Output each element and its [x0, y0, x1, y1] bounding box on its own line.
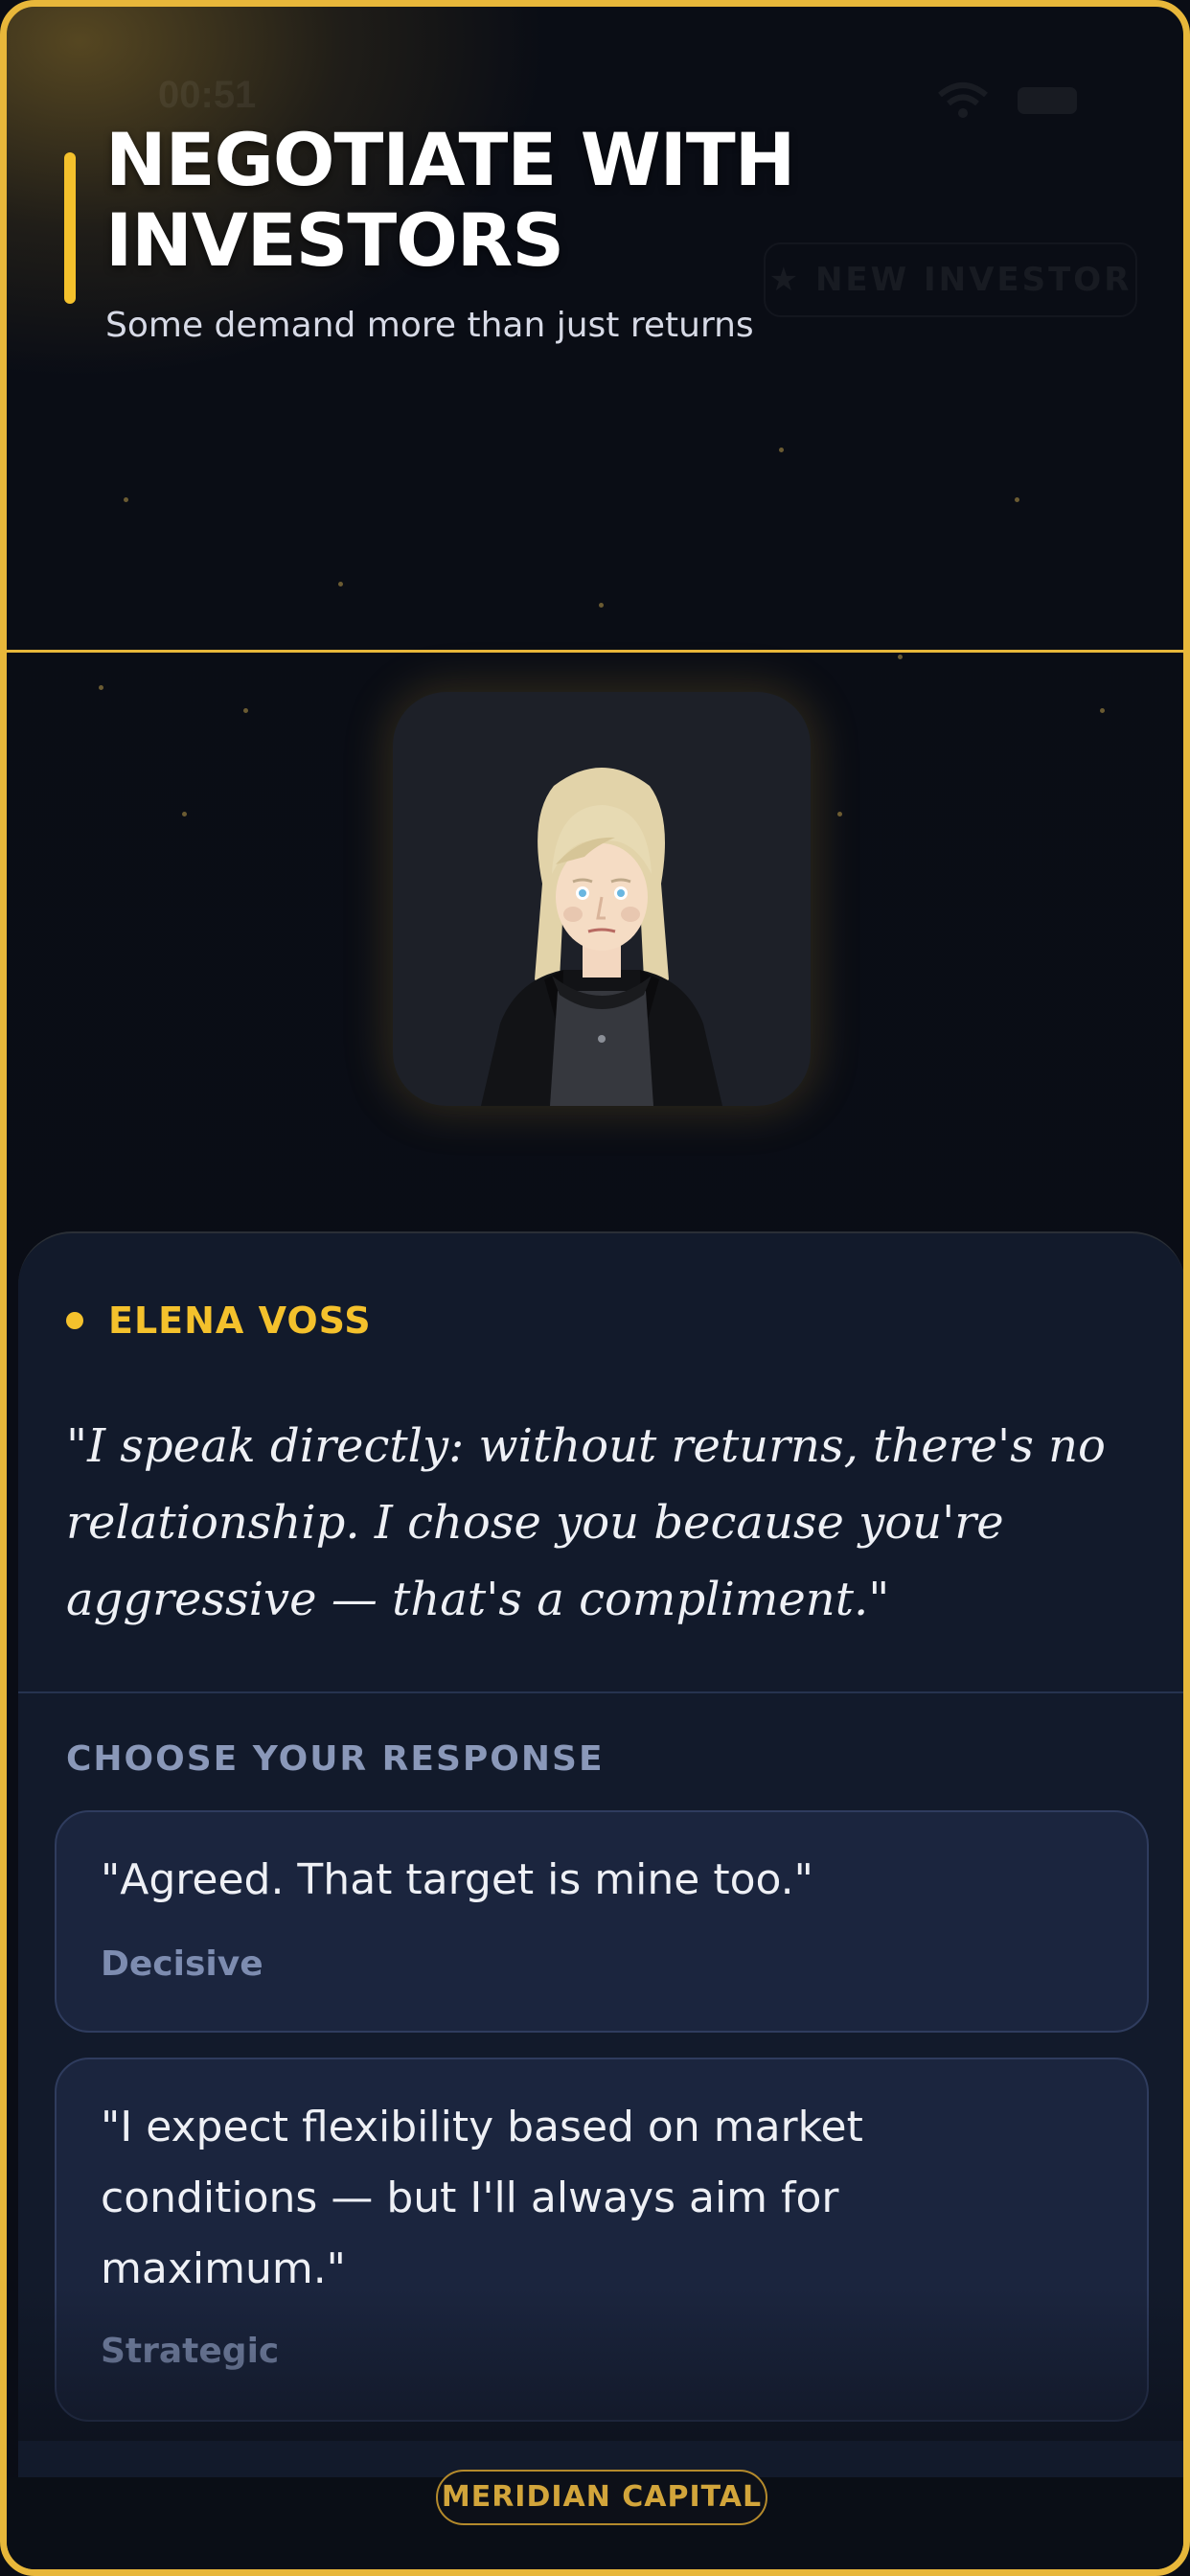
- brand-badge: MERIDIAN CAPITAL: [436, 2470, 767, 2525]
- response-option-text: "Agreed. That target is mine too.": [101, 1855, 813, 1904]
- star-dot: [1100, 708, 1105, 713]
- star-dot: [599, 603, 604, 608]
- speaker-name: ELENA VOSS: [108, 1300, 372, 1342]
- investor-avatar-icon: [481, 768, 722, 1106]
- response-option-tag: Strategic: [101, 2332, 280, 2371]
- wifi-icon: [938, 82, 988, 118]
- dialogue-quote: "I speak directly: without returns, ther…: [66, 1419, 1106, 1626]
- header-divider: [7, 650, 1183, 653]
- speaker-indicator-dot: [66, 1312, 83, 1329]
- star-dot: [124, 497, 128, 502]
- panel-divider: [18, 1691, 1183, 1693]
- star-dot: [338, 582, 343, 586]
- status-time: 00:51: [158, 74, 257, 116]
- star-dot: [898, 655, 903, 659]
- choose-response-label: CHOOSE YOUR RESPONSE: [66, 1739, 605, 1779]
- response-option-strategic[interactable]: "I expect flexibility based on market co…: [55, 2058, 1149, 2422]
- battery-icon: [1018, 87, 1077, 114]
- star-dot: [243, 708, 248, 713]
- page-subtitle: Some demand more than just returns: [105, 306, 754, 345]
- response-option-text: "I expect flexibility based on market co…: [101, 2103, 863, 2293]
- response-option-tag: Decisive: [101, 1944, 263, 1984]
- title-accent-bar: [64, 152, 76, 304]
- star-dot: [182, 812, 187, 816]
- investor-portrait: [393, 692, 811, 1106]
- page-title: NEGOTIATE WITH INVESTORS: [105, 117, 795, 283]
- response-option-decisive[interactable]: "Agreed. That target is mine too." Decis…: [55, 1810, 1149, 2033]
- star-dot: [99, 685, 103, 690]
- star-dot: [779, 448, 784, 452]
- star-dot: [837, 812, 842, 816]
- app-frame: 00:51 ★ NEW INVESTOR NEGOTIATE WITH INVE…: [0, 0, 1190, 2576]
- star-dot: [1015, 497, 1019, 502]
